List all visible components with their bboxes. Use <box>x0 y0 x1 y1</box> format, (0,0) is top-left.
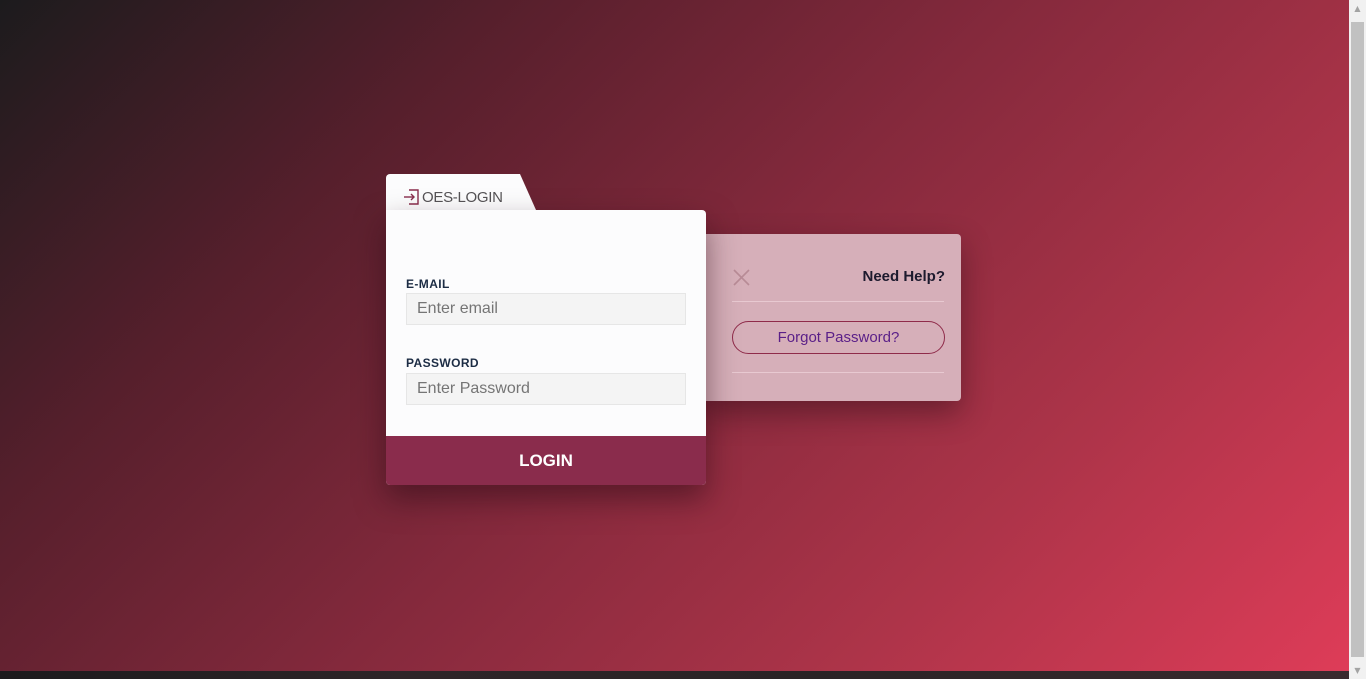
divider <box>732 372 944 373</box>
bottom-edge <box>0 671 1349 679</box>
login-enter-icon <box>403 188 421 206</box>
password-label: PASSWORD <box>406 356 479 370</box>
scroll-down-arrow-icon[interactable]: ▼ <box>1349 662 1366 679</box>
help-title: Need Help? <box>862 268 945 285</box>
close-icon[interactable] <box>732 268 752 288</box>
divider <box>732 301 944 302</box>
app-title: OES-LOGIN <box>422 189 503 206</box>
scrollbar[interactable]: ▲ ▼ <box>1349 0 1366 679</box>
forgot-password-button[interactable]: Forgot Password? <box>732 321 945 354</box>
password-field[interactable] <box>406 373 686 405</box>
email-field[interactable] <box>406 293 686 325</box>
help-panel: Need Help? Forgot Password? <box>700 234 961 401</box>
login-button[interactable]: LOGIN <box>386 436 706 485</box>
scroll-thumb[interactable] <box>1351 22 1364 657</box>
login-card: E-MAIL PASSWORD LOGIN <box>386 210 706 485</box>
scroll-up-arrow-icon[interactable]: ▲ <box>1349 0 1366 17</box>
email-label: E-MAIL <box>406 277 450 291</box>
